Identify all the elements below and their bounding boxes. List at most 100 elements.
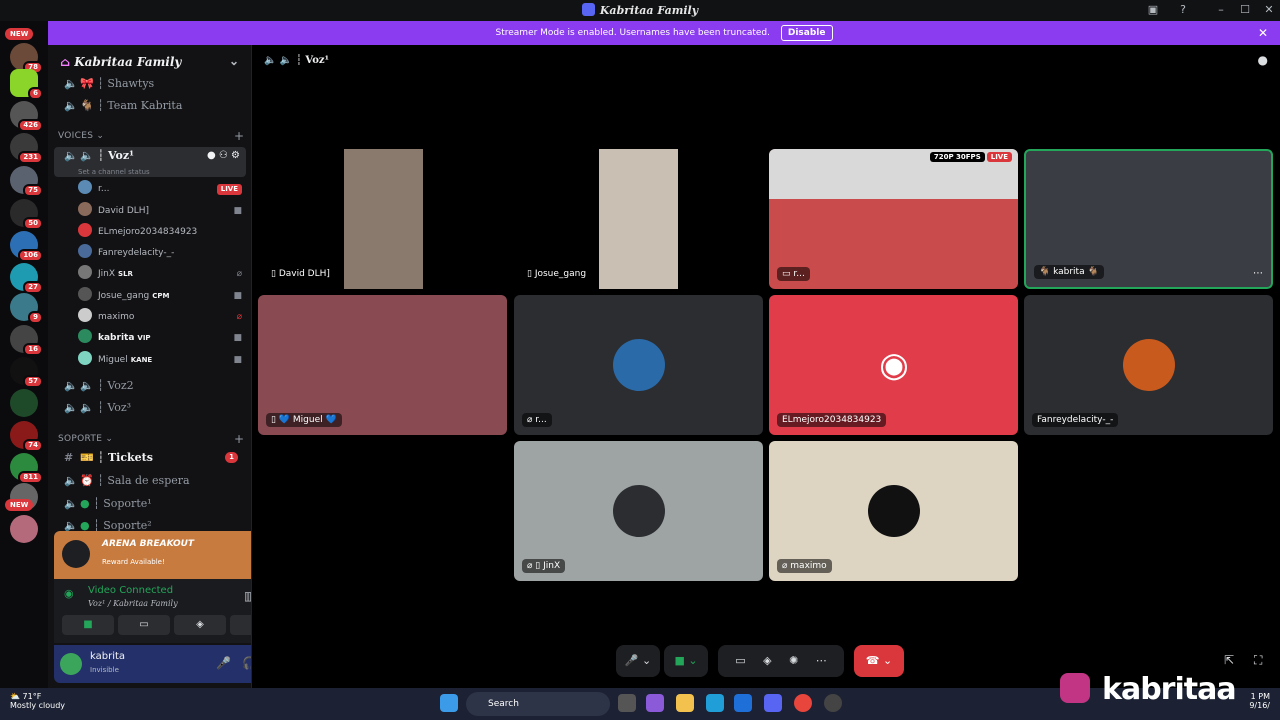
noise-suppression-icon[interactable]: ▥ (244, 589, 251, 603)
add-channel-icon[interactable]: + (234, 432, 244, 446)
server-icon[interactable]: 75 (10, 166, 43, 197)
avatar[interactable] (60, 653, 82, 675)
server-icon[interactable]: 106 (10, 231, 43, 262)
channel-item-tickets[interactable]: # 🎫 ┆ Tickets 1 (54, 447, 246, 469)
help-icon[interactable]: ? (1174, 2, 1192, 18)
channel-item-voz1[interactable]: 🔈 🔈 ┆ Voz¹ Set a channel status ● ⚇ ⚙ (54, 147, 246, 177)
chat-icon[interactable]: ● (207, 150, 216, 161)
screen-share-icon[interactable]: ▭ (735, 654, 745, 667)
maximize-button[interactable]: ☐ (1236, 2, 1254, 18)
instagram-icon (1060, 673, 1090, 703)
hashtag-icon: # (64, 451, 74, 464)
gear-icon[interactable]: ⚙ (231, 150, 240, 161)
tile-username: ▭ r... (777, 267, 810, 281)
headphones-icon[interactable]: 🎧 (242, 656, 251, 670)
channel-item-sala-de-espera[interactable]: 🔈 ⏰ ┆ Sala de espera (54, 470, 246, 492)
microphone-icon[interactable]: 🎤 (216, 656, 231, 670)
channel-item-voz2[interactable]: 🔈 🔈 ┆ Voz2 (54, 375, 246, 397)
edge-icon[interactable] (706, 694, 724, 712)
voice-status[interactable]: Video Connected (88, 585, 173, 596)
channel-item-team-kabrita[interactable]: 🔈 🐐 ┆ Team Kabrita (54, 95, 246, 117)
microphone-button[interactable]: 🎤 ⌄ (616, 645, 660, 677)
weather-widget[interactable]: ⛅ 71°F Mostly cloudy (10, 692, 65, 710)
file-explorer-icon[interactable] (676, 694, 694, 712)
new-unread-pill[interactable]: NEW (5, 499, 34, 511)
alarm-icon: ⏰ (80, 474, 94, 487)
copilot-icon[interactable] (646, 694, 664, 712)
taskbar-search[interactable]: Search (466, 692, 610, 716)
avatar-tile-r[interactable]: ⌀ r... (514, 295, 763, 435)
server-icon[interactable] (10, 515, 38, 543)
task-view-icon[interactable] (618, 694, 636, 712)
leave-call-button[interactable]: ☎ ⌄ (854, 645, 904, 677)
server-icon[interactable]: 57 (10, 357, 43, 388)
server-icon[interactable]: 9 (10, 293, 43, 324)
server-icon[interactable] (10, 389, 38, 417)
voice-member[interactable]: ELmejoro2034834923 (78, 222, 246, 242)
add-channel-icon[interactable]: + (234, 129, 244, 143)
outlook-icon[interactable] (734, 694, 752, 712)
more-options-icon[interactable]: ⋯ (1253, 268, 1263, 279)
voice-member[interactable]: kabrita VIP ■ (78, 328, 246, 348)
channel-item-voz3[interactable]: 🔈 🔈 ┆ Voz³ (54, 397, 246, 419)
voice-member[interactable]: Miguel KANE ■ (78, 350, 246, 370)
category-soporte[interactable]: SOPORTE ⌄ + (58, 432, 244, 446)
chrome-icon[interactable] (794, 694, 812, 712)
screen-share-button[interactable]: ▭ (118, 615, 170, 635)
signal-icon[interactable]: ◉ (64, 587, 74, 600)
voice-member[interactable]: Fanreydelacity-_- (78, 243, 246, 263)
server-icon[interactable]: 74 (10, 421, 43, 452)
server-icon[interactable]: 231 (10, 133, 43, 164)
video-tile-david[interactable]: ▯ David DLH] (258, 149, 507, 289)
chat-icon[interactable]: ● (1258, 53, 1268, 67)
discord-taskbar-icon[interactable] (764, 694, 782, 712)
start-button[interactable] (440, 694, 458, 712)
speaker-icon: 🔈 (80, 401, 94, 414)
inbox-icon[interactable]: ▣ (1144, 2, 1162, 18)
server-icon[interactable]: 6 (10, 69, 43, 100)
voice-member[interactable]: r... LIVE (78, 179, 246, 199)
camera-icon: ■ (233, 206, 242, 216)
server-icon[interactable]: 811 (10, 453, 43, 484)
avatar-tile-maximo[interactable]: ⌀ maximo (769, 441, 1018, 581)
fullscreen-icon[interactable]: ⛶ (1254, 653, 1262, 668)
camera-toggle-button[interactable]: ■ ⌄ (664, 645, 708, 677)
voice-member[interactable]: JinX SLR ⌀ (78, 264, 246, 284)
invite-icon[interactable]: ⚇ (219, 150, 228, 161)
server-icon[interactable]: 27 (10, 263, 43, 294)
voice-location[interactable]: Voz¹ / Kabritaa Family (88, 599, 178, 608)
disable-streamer-mode-button[interactable]: Disable (780, 25, 833, 41)
stream-tile[interactable]: 720P 30FPS LIVE ▭ r... (769, 149, 1018, 289)
activity-button[interactable]: ◈ (174, 615, 226, 635)
channel-item-shawtys[interactable]: 🔈 🎀 ┆ Shawtys (54, 73, 246, 95)
server-icon[interactable]: 50 (10, 199, 43, 230)
username[interactable]: kabrita (90, 651, 125, 662)
video-tile-miguel[interactable]: ▯ 💙 Miguel 💙 (258, 295, 507, 435)
minimize-button[interactable]: – (1212, 2, 1230, 18)
soundboard-button[interactable]: ✺ (230, 615, 251, 635)
video-tile-kabrita[interactable]: 🐐 kabrita 🐐 ⋯ (1024, 149, 1273, 289)
camera-button[interactable]: ■ (62, 615, 114, 635)
new-unread-pill[interactable]: NEW (5, 28, 34, 40)
app-icon[interactable] (824, 694, 842, 712)
channel-item-soporte1[interactable]: 🔈 ● ┆ Soporte¹ (54, 493, 246, 515)
pop-out-icon[interactable]: ⇱ (1224, 653, 1234, 667)
avatar-tile-jinx[interactable]: ⌀ ▯ JinX (514, 441, 763, 581)
avatar (78, 223, 92, 237)
category-voices[interactable]: VOICES ⌄ + (58, 129, 244, 143)
server-icon[interactable]: 16 (10, 325, 43, 356)
soundboard-icon[interactable]: ✺ (789, 654, 798, 667)
voice-member[interactable]: David DLH] ■ (78, 201, 246, 221)
server-icon[interactable]: 426 (10, 101, 43, 132)
avatar-tile-elmejoro[interactable]: ◉ ELmejoro2034834923 (769, 295, 1018, 435)
promo-card[interactable]: ARENA BREAKOUT Reward Available! (54, 531, 251, 579)
gamepad-icon[interactable]: ◈ (763, 654, 771, 667)
close-banner-icon[interactable]: ✕ (1258, 21, 1268, 45)
more-icon[interactable]: ⋯ (816, 654, 827, 667)
voice-member[interactable]: maximo ⌀ (78, 307, 246, 327)
video-tile-josue[interactable]: ▯ Josue_gang (514, 149, 763, 289)
close-window-button[interactable]: ✕ (1260, 2, 1278, 18)
avatar-tile-fanrey[interactable]: Fanreydelacity-_- (1024, 295, 1273, 435)
voice-member[interactable]: Josue_gang CPM ■ (78, 286, 246, 306)
server-icon[interactable]: 78 (10, 43, 43, 74)
